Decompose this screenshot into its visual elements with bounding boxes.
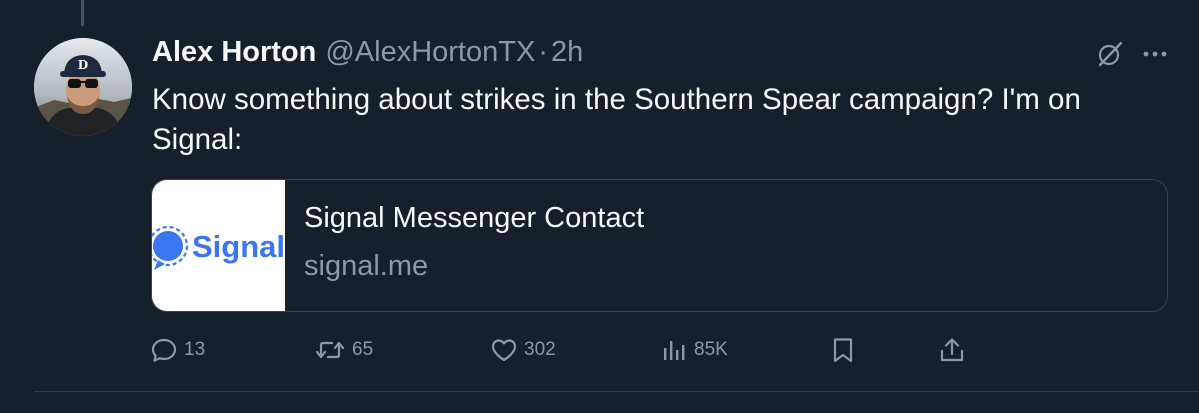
timestamp[interactable]: 2h [551,36,583,69]
bookmark-button[interactable] [829,330,857,370]
reply-count: 13 [184,339,206,360]
grok-icon[interactable] [1096,40,1124,68]
reply-button[interactable]: 13 [150,330,205,370]
svg-text:D: D [78,58,88,72]
author-handle[interactable]: @AlexHortonTX [325,36,535,69]
tweet-header: Alex Horton @AlexHortonTX · 2h [152,30,583,74]
more-icon[interactable] [1141,40,1169,68]
repost-button[interactable]: 65 [314,330,373,370]
share-icon [938,336,966,364]
repost-icon [314,336,346,364]
repost-count: 65 [352,339,374,360]
separator-dot: · [538,35,548,68]
card-thumbnail: Signal [152,180,285,311]
share-button[interactable] [938,330,966,370]
views-icon [660,336,688,364]
action-bar: 13 65 302 85K [0,330,1199,370]
divider [34,391,1199,392]
thread-line [81,0,84,26]
reply-icon [150,336,178,364]
like-count: 302 [524,339,556,360]
like-button[interactable]: 302 [490,330,556,370]
author-name[interactable]: Alex Horton [152,36,316,69]
signal-logo-icon: Signal [152,225,285,270]
tweet[interactable]: D Alex Horton @AlexHortonTX · 2h Know so… [0,0,1199,413]
heart-icon [490,336,518,364]
card-domain: signal.me [304,250,429,282]
view-count: 85K [694,339,728,360]
signal-logo-text: Signal [192,229,285,264]
link-card[interactable]: Signal Signal Messenger Contact signal.m… [151,179,1168,312]
avatar[interactable]: D [34,38,132,136]
bookmark-icon [829,336,857,364]
card-title: Signal Messenger Contact [304,202,645,234]
avatar-photo: D [34,38,132,136]
tweet-text: Know something about strikes in the Sout… [152,83,1081,156]
views-button[interactable]: 85K [660,330,728,370]
